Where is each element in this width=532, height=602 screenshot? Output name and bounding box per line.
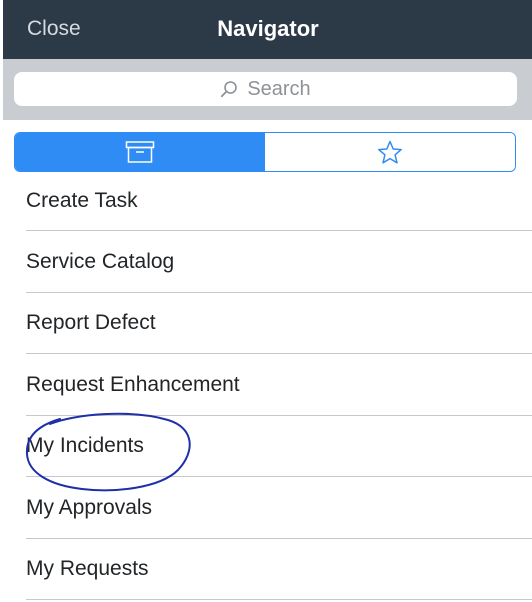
menu-item-label: Service Catalog: [26, 249, 175, 273]
navigation-bar: Close Navigator: [3, 0, 532, 59]
menu-item-my-incidents[interactable]: My Incidents: [3, 416, 532, 478]
menu-item-my-approvals[interactable]: My Approvals: [3, 477, 532, 539]
segmented-control: [14, 132, 516, 172]
tab-favorites[interactable]: [265, 133, 515, 171]
menu-item-label: My Incidents: [26, 434, 144, 458]
search-input[interactable]: Search: [14, 72, 517, 106]
star-icon: [378, 140, 402, 164]
tab-all-modules[interactable]: [15, 133, 265, 171]
page-title: Navigator: [217, 16, 319, 41]
navigator-menu-list: Create Task Service Catalog Report Defec…: [3, 170, 532, 600]
search-placeholder: Search: [247, 77, 311, 100]
search-bar-container: Search: [3, 59, 532, 120]
menu-item-label: My Approvals: [26, 495, 153, 519]
menu-item-report-defect[interactable]: Report Defect: [3, 293, 532, 355]
menu-item-request-enhancement[interactable]: Request Enhancement: [3, 354, 532, 416]
menu-item-label: Request Enhancement: [26, 372, 240, 396]
archive-box-icon: [125, 141, 155, 163]
menu-item-label: Create Task: [26, 188, 138, 212]
menu-item-label: My Requests: [26, 557, 149, 581]
navigator-screen: Close Navigator Search Create Task Servi…: [3, 0, 532, 602]
search-icon: [221, 81, 238, 98]
menu-item-label: Report Defect: [26, 311, 156, 335]
menu-item-my-requests[interactable]: My Requests: [3, 539, 532, 601]
menu-item-service-catalog[interactable]: Service Catalog: [3, 231, 532, 293]
menu-item-create-task[interactable]: Create Task: [3, 170, 532, 231]
